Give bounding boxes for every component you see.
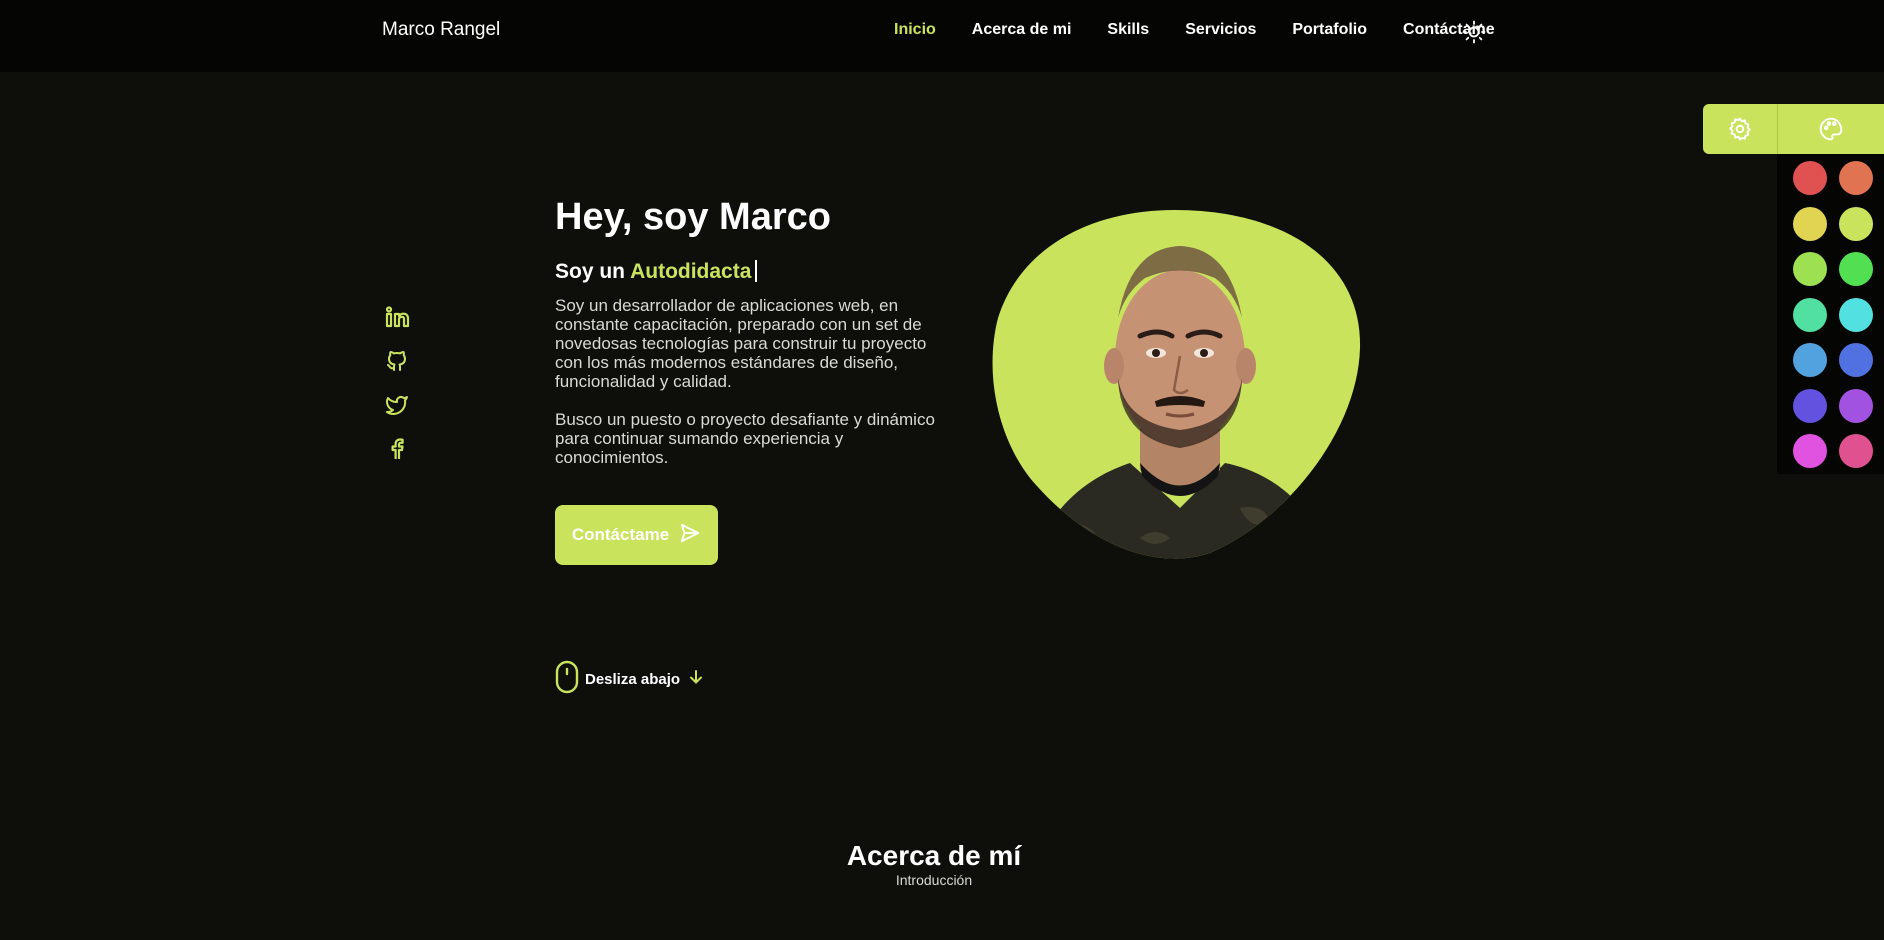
send-icon xyxy=(679,522,701,549)
facebook-icon[interactable] xyxy=(384,437,410,461)
brand-logo[interactable]: Marco Rangel xyxy=(382,19,500,41)
hero-description: Soy un desarrollador de aplicaciones web… xyxy=(555,296,955,467)
subtitle-prefix: Soy un xyxy=(555,260,626,283)
nav-menu: Inicio Acerca de mi Skills Servicios Por… xyxy=(894,21,1531,39)
section-subtitle-about: Introducción xyxy=(895,872,973,888)
twitter-icon[interactable] xyxy=(384,393,410,417)
color-swatch[interactable] xyxy=(1839,388,1873,423)
color-swatch[interactable] xyxy=(1839,206,1873,241)
color-swatch[interactable] xyxy=(1793,252,1827,286)
nav-item-servicios[interactable]: Servicios xyxy=(1185,21,1256,39)
sun-icon[interactable] xyxy=(1462,20,1486,44)
hero-paragraph-2: Busco un puesto o proyecto desafiante y … xyxy=(555,410,935,467)
color-swatch[interactable] xyxy=(1793,297,1827,332)
color-swatch[interactable] xyxy=(1793,161,1827,195)
theme-panel-header xyxy=(1703,104,1884,154)
profile-image xyxy=(990,208,1362,560)
color-swatch[interactable] xyxy=(1839,343,1873,377)
color-swatch[interactable] xyxy=(1793,388,1827,423)
color-swatch[interactable] xyxy=(1839,161,1873,195)
hero-subtitle: Soy un Autodidacta xyxy=(555,260,758,284)
color-swatch-panel xyxy=(1777,154,1884,474)
section-title-about: Acerca de mí xyxy=(846,840,1022,871)
hero-title: Hey, soy Marco xyxy=(555,196,831,238)
palette-icon[interactable] xyxy=(1777,104,1884,154)
linkedin-icon[interactable] xyxy=(384,305,410,329)
nav-item-skills[interactable]: Skills xyxy=(1107,21,1149,39)
scroll-down-link[interactable]: Desliza abajo xyxy=(555,660,706,699)
contact-button[interactable]: Contáctame xyxy=(555,505,718,565)
scroll-down-label: Desliza abajo xyxy=(585,671,681,688)
color-swatch[interactable] xyxy=(1839,252,1873,286)
arrow-down-icon xyxy=(686,667,706,692)
navbar: Marco Rangel Inicio Acerca de mi Skills … xyxy=(0,0,1884,72)
gear-icon[interactable] xyxy=(1703,104,1777,154)
nav-item-acerca[interactable]: Acerca de mi xyxy=(972,21,1072,39)
nav-item-portafolio[interactable]: Portafolio xyxy=(1292,21,1367,39)
social-links xyxy=(384,305,410,461)
mouse-icon xyxy=(555,660,579,699)
color-swatch[interactable] xyxy=(1793,206,1827,241)
nav-item-inicio[interactable]: Inicio xyxy=(894,21,936,39)
color-swatch[interactable] xyxy=(1793,434,1827,468)
contact-button-label: Contáctame xyxy=(571,525,670,544)
hero-paragraph-1: Soy un desarrollador de aplicaciones web… xyxy=(555,296,927,391)
typing-cursor xyxy=(755,260,758,282)
github-icon[interactable] xyxy=(384,349,410,373)
color-swatch[interactable] xyxy=(1793,343,1827,377)
typed-role: Autodidacta xyxy=(630,260,752,283)
color-swatch[interactable] xyxy=(1839,297,1873,332)
color-swatch[interactable] xyxy=(1839,434,1873,468)
